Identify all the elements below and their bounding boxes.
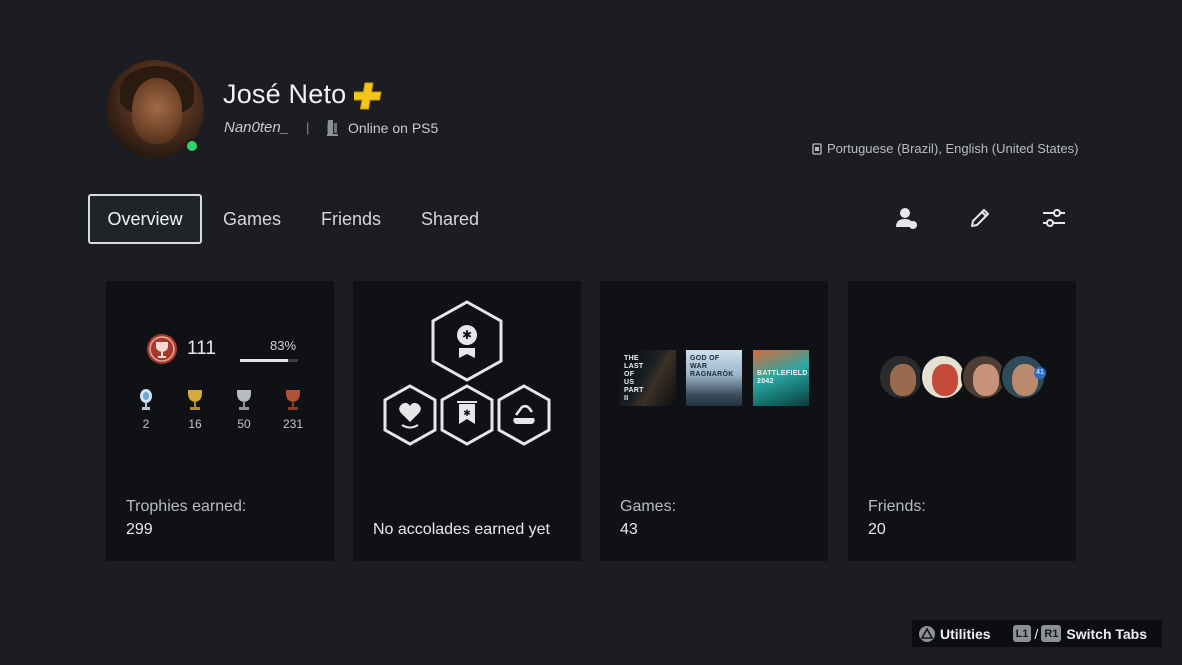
playstation-plus-icon <box>354 82 382 110</box>
trophy-level-progress-bar <box>240 359 298 362</box>
game-tile-title: GOD OF WAR RAGNARÖK <box>690 355 734 378</box>
ps5-console-icon <box>327 120 338 136</box>
language-icon <box>812 143 822 155</box>
trophy-level-icon <box>147 334 177 364</box>
trophy-level-progress-label: 83% <box>270 338 297 353</box>
edit-pencil-icon <box>971 209 989 227</box>
game-tile-title: THE LAST OF US PART II <box>624 355 644 402</box>
friend-avatar <box>878 354 924 400</box>
tab-games-label: Games <box>222 208 282 229</box>
hint-slash: / <box>1034 625 1039 642</box>
accolades-card[interactable]: ✱ ✱ No accolades earned yet <box>353 281 581 561</box>
bronze-trophies: 231 <box>275 389 311 431</box>
accolades-hexagons: ✱ ✱ <box>383 300 551 446</box>
tab-shared[interactable]: Shared <box>410 194 490 244</box>
tab-friends-label: Friends <box>320 208 382 229</box>
online-status-dot <box>185 139 199 153</box>
platinum-trophies: 2 <box>128 389 164 431</box>
friends-label: Friends: <box>868 498 926 515</box>
languages: Portuguese (Brazil), English (United Sta… <box>827 141 1079 156</box>
edit-profile-button[interactable] <box>965 203 995 233</box>
silver-trophy-icon <box>237 390 251 410</box>
add-friend-button[interactable] <box>892 203 922 233</box>
triangle-button-icon <box>919 625 935 642</box>
online-id: Nan0ten_ <box>224 119 290 136</box>
accolades-empty-message: No accolades earned yet <box>373 521 550 538</box>
bronze-count: 231 <box>282 417 304 431</box>
trophies-earned-label: Trophies earned: <box>126 498 247 515</box>
friends-count: 20 <box>868 521 886 538</box>
friends-card[interactable]: Friends: 20 <box>848 281 1076 561</box>
svg-text:✱: ✱ <box>462 328 472 342</box>
bronze-trophy-icon <box>286 390 300 410</box>
platinum-count: 2 <box>142 417 150 431</box>
tab-shared-label: Shared <box>420 208 480 229</box>
gold-trophies: 16 <box>177 389 213 431</box>
silver-trophies: 50 <box>226 389 262 431</box>
trophies-earned-value: 299 <box>126 521 153 538</box>
gold-count: 16 <box>188 417 202 431</box>
profile-name: José Neto <box>223 79 347 109</box>
trophy-level: 111 <box>187 338 216 359</box>
game-tile-last-of-us: THE LAST OF US PART II <box>620 350 676 406</box>
switch-tabs-hint: Switch Tabs <box>1066 625 1148 642</box>
friend-level-badge: 41 <box>1034 367 1046 379</box>
games-count: 43 <box>620 521 638 538</box>
game-tile-battlefield: BATTLEFIELD 2042 <box>753 350 809 406</box>
games-label: Games: <box>620 498 677 515</box>
game-tile-god-of-war: GOD OF WAR RAGNARÖK <box>686 350 742 406</box>
game-tile-title: BATTLEFIELD 2042 <box>757 370 808 385</box>
tab-overview-label: Overview <box>107 208 183 229</box>
settings-sliders-icon <box>1043 209 1065 227</box>
r1-button-icon: R1 <box>1041 625 1062 642</box>
gold-trophy-icon <box>188 390 202 410</box>
friend-avatar <box>920 354 966 400</box>
silver-count: 50 <box>237 417 251 431</box>
tab-overview[interactable]: Overview <box>88 194 202 244</box>
profile-settings-button[interactable] <box>1039 203 1069 233</box>
add-friend-icon <box>896 208 917 229</box>
separator: | <box>306 120 310 135</box>
svg-text:✱: ✱ <box>463 409 471 419</box>
tab-friends[interactable]: Friends <box>310 194 392 244</box>
tab-games[interactable]: Games <box>212 194 292 244</box>
controller-hint-bar: Utilities L1 / R1 Switch Tabs <box>912 620 1162 647</box>
online-status-text: Online on PS5 <box>348 120 439 136</box>
platinum-trophy-icon <box>140 389 152 410</box>
l1-button-icon: L1 <box>1012 625 1032 642</box>
games-card[interactable]: THE LAST OF US PART II GOD OF WAR RAGNAR… <box>600 281 828 561</box>
trophies-card[interactable]: 111 83% 2 16 50 231 Trophies earned: 299 <box>106 281 334 561</box>
utilities-hint: Utilities <box>940 625 991 642</box>
